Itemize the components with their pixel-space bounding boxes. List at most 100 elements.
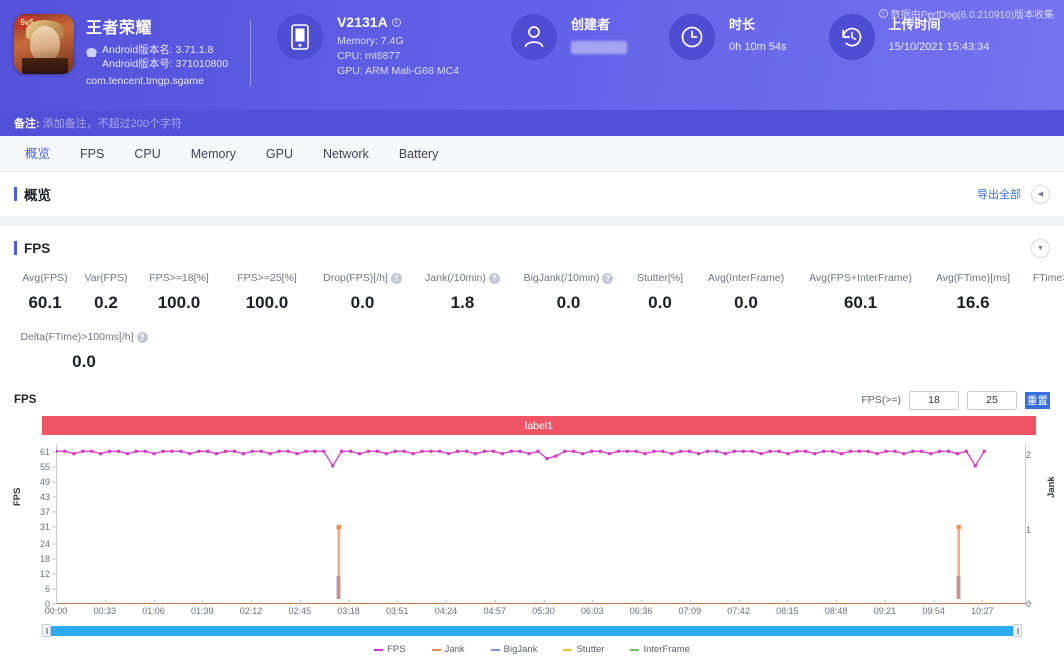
x-tick-label: 02:12 <box>239 606 263 616</box>
legend-item-InterFrame[interactable]: InterFrame <box>630 644 690 655</box>
fps-data-point <box>393 449 397 453</box>
chart-legend: FPS Jank BigJank Stutter InterFrame <box>14 644 1050 655</box>
tab-Network[interactable]: Network <box>310 136 382 172</box>
chart-label-banner[interactable]: label1 <box>42 416 1036 435</box>
x-tick-label: 04:24 <box>434 606 458 616</box>
app-info-block: 5v5 王者荣耀 Android版本名: 3.71.1.8 Android版本号… <box>0 0 228 87</box>
phone-icon-svg <box>291 24 309 50</box>
slider-handle-left[interactable] <box>42 624 51 637</box>
legend-item-Stutter[interactable]: Stutter <box>563 644 604 655</box>
app-icon-art-face <box>30 26 60 62</box>
fps-data-point <box>518 449 522 453</box>
metric-label-text: Avg(FPS) <box>22 272 68 284</box>
history-icon <box>828 14 875 60</box>
jank-spike <box>956 524 961 600</box>
user-icon-svg <box>524 26 544 48</box>
fps-collapse-button[interactable]: ▼ <box>1031 238 1050 258</box>
note-bar[interactable]: 备注: 添加备注，不超过200个字符 <box>0 110 1064 136</box>
reset-button[interactable]: 重置 <box>1025 391 1050 409</box>
fps-data-point <box>589 449 594 453</box>
tab-GPU[interactable]: GPU <box>253 136 306 172</box>
metric-Avg(FPS+InterFrame): Avg(FPS+InterFrame) 60.1 <box>797 272 924 313</box>
y-tick-label: 49 <box>39 476 50 487</box>
tab-CPU[interactable]: CPU <box>121 136 173 172</box>
metric-Var(FPS): Var(FPS) 0.2 <box>76 272 136 313</box>
metric-label-text: FPS>=18[%] <box>149 272 209 284</box>
fps-data-point <box>670 452 674 456</box>
overview-title: 概览 <box>24 188 51 203</box>
tab-概览[interactable]: 概览 <box>12 136 63 172</box>
metric-label: BigJank(/10min)? <box>524 272 614 284</box>
fps-data-point <box>72 452 76 456</box>
y-tick-label: 18 <box>39 554 50 564</box>
x-tick-mark <box>836 600 838 604</box>
slider-handle-right[interactable] <box>1013 624 1022 637</box>
fps-data-point <box>777 449 781 453</box>
fps-data-point <box>295 452 299 456</box>
x-tick-label: 02:45 <box>288 606 312 616</box>
tab-Memory[interactable]: Memory <box>178 136 249 172</box>
x-tick-label: 03:51 <box>386 606 409 616</box>
metric-value: 0.0 <box>72 352 96 371</box>
chart-plot-area: FPS Jank 06121824313743495561 012 <box>12 444 1057 609</box>
export-all-link[interactable]: 导出全部 <box>977 186 1021 202</box>
legend-item-FPS[interactable]: FPS <box>374 644 406 655</box>
help-icon[interactable]: ? <box>390 272 402 284</box>
collapse-left-button[interactable]: ◀ <box>1031 184 1050 204</box>
clock-icon <box>669 14 716 60</box>
help-icon[interactable]: ? <box>602 272 614 284</box>
x-tick-mark <box>494 600 496 604</box>
app-package-name: com.tencent.tmgp.sgame <box>86 75 204 87</box>
creator-text-block: 创建者 <box>571 14 628 54</box>
fps-data-point <box>652 449 656 453</box>
chart-series-svg <box>56 449 986 600</box>
fps-data-point <box>830 449 835 453</box>
app-text-block: 王者荣耀 Android版本名: 3.71.1.8 Android版本号: 37… <box>86 14 228 87</box>
help-icon[interactable]: ? <box>488 272 500 284</box>
device-info-icon[interactable]: i <box>391 17 401 27</box>
x-tick-label: 10:27 <box>971 606 994 616</box>
main-tabs: 概览 FPS CPU Memory GPU Network Battery <box>0 136 1064 172</box>
metric-label: Avg(InterFrame) <box>708 272 784 284</box>
section-accent-bar <box>14 187 17 201</box>
x-tick-label: 08:15 <box>776 606 799 616</box>
metric-label: Var(FPS) <box>85 272 128 284</box>
metric-Stutter[%]: Stutter[%] 0.0 <box>625 272 695 313</box>
fps-data-point <box>384 452 388 456</box>
fps-data-point <box>429 449 433 453</box>
metric-label: FPS>=18[%] <box>149 272 209 284</box>
legend-item-BigJank[interactable]: BigJank <box>490 644 537 655</box>
fps-data-point <box>268 452 272 456</box>
x-tick-mark <box>299 600 301 604</box>
metric-Avg(FTime)[ms]: Avg(FTime)[ms] 16.6 <box>924 272 1022 313</box>
fps-data-point <box>107 449 112 453</box>
note-input-placeholder[interactable]: 添加备注，不超过200个字符 <box>43 115 182 131</box>
x-tick-mark <box>689 600 691 604</box>
metric-Avg(InterFrame): Avg(InterFrame) 0.0 <box>695 272 797 313</box>
legend-item-Jank[interactable]: Jank <box>431 644 465 655</box>
creator-block: 创建者 <box>511 0 628 60</box>
fps-data-point <box>527 452 531 456</box>
metric-value: 0.0 <box>350 293 375 312</box>
user-icon <box>511 14 558 60</box>
fps-data-point <box>375 449 379 453</box>
x-tick-label: 09:54 <box>922 606 945 616</box>
threshold-2-input[interactable]: 25 <box>967 390 1017 410</box>
fps-data-point <box>456 449 460 453</box>
metric-label-text: Jank(/10min) <box>425 272 486 284</box>
fps-data-point <box>813 452 817 456</box>
fps-data-point <box>911 449 915 453</box>
legend-swatch <box>490 648 500 651</box>
x-tick-mark <box>933 600 935 604</box>
overview-section-header: 概览 导出全部 ◀ <box>0 172 1064 216</box>
phone-icon <box>277 14 324 60</box>
chart-range-slider[interactable] <box>42 624 1022 637</box>
tab-Battery[interactable]: Battery <box>386 136 452 172</box>
metric-value: 100.0 <box>245 293 289 312</box>
help-icon[interactable]: ? <box>136 331 148 343</box>
fps-data-point <box>152 452 156 456</box>
threshold-1-input[interactable]: 18 <box>909 390 959 410</box>
creator-title: 创建者 <box>571 17 611 32</box>
slider-track[interactable] <box>50 626 1014 636</box>
tab-FPS[interactable]: FPS <box>67 136 117 172</box>
